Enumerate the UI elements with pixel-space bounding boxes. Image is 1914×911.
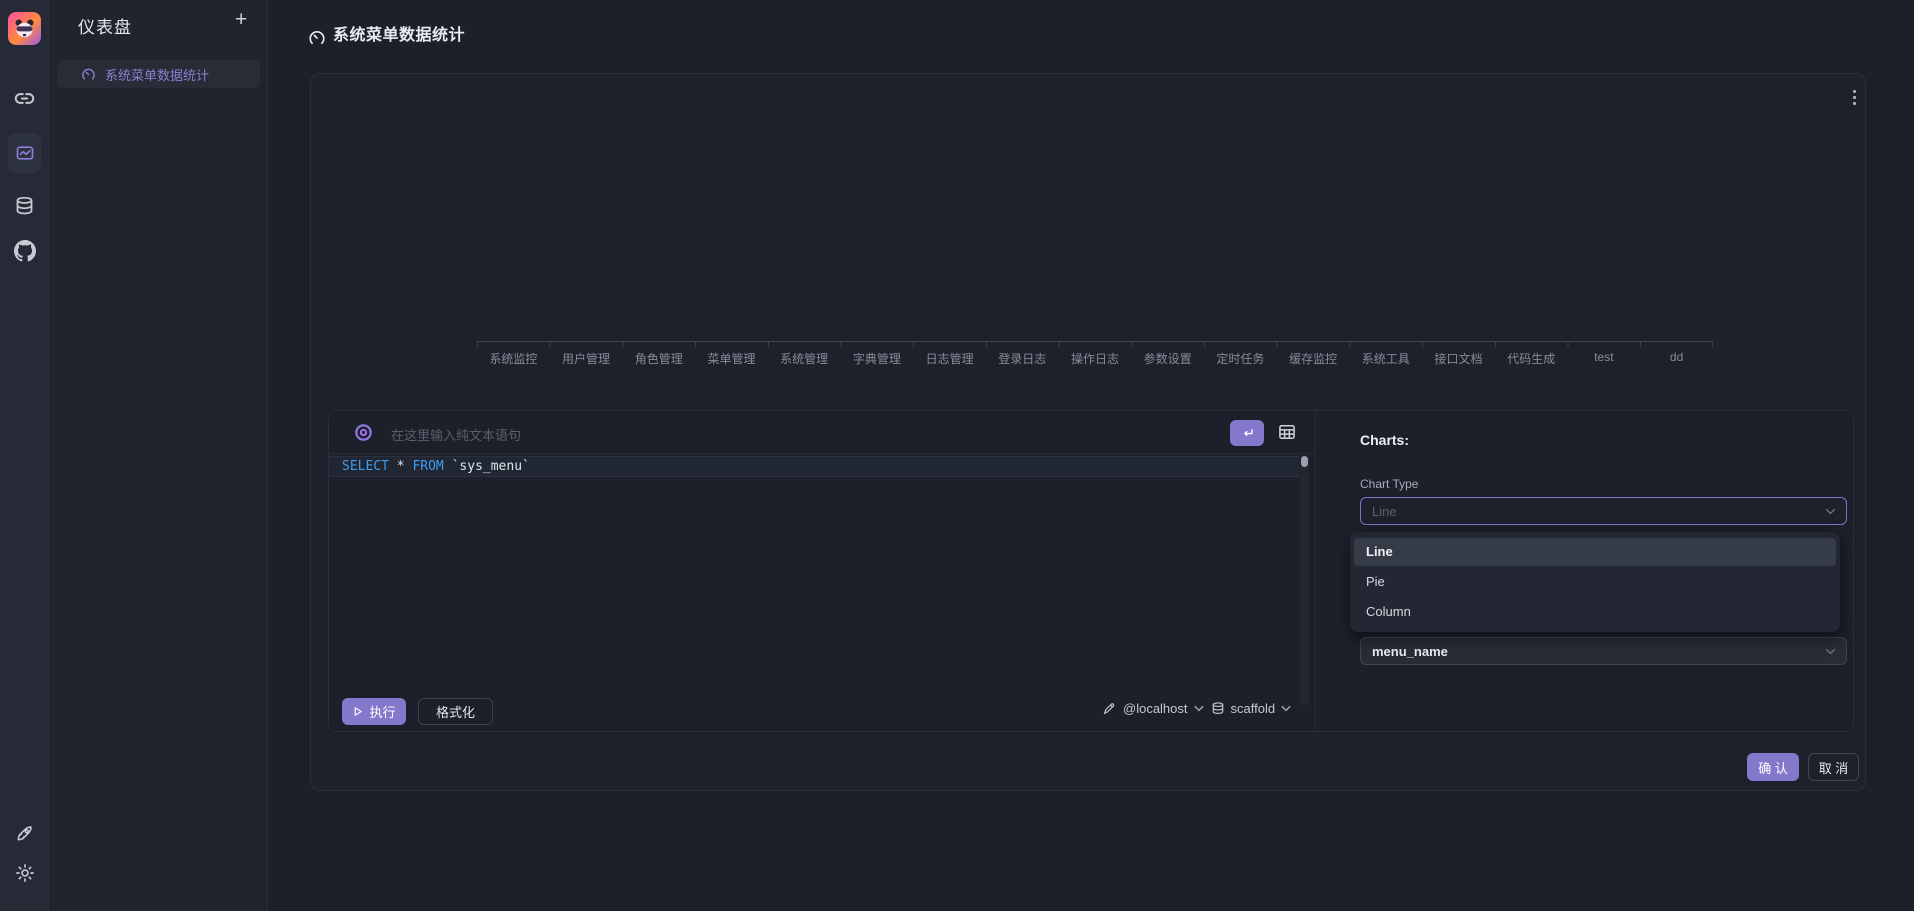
gauge-icon (81, 67, 96, 82)
line-chart-icon (15, 143, 35, 163)
chevron-down-icon (1825, 648, 1836, 655)
dropdown-option-pie[interactable]: Pie (1354, 568, 1836, 596)
link-icon[interactable] (13, 87, 36, 110)
axis-label: 角色管理 (622, 350, 695, 367)
dashboard-sidebar: 仪表盘 + 系统菜单数据统计 (49, 0, 268, 911)
dashboard-chart-panel: 系统监控 用户管理 角色管理 菜单管理 系统管理 字典管理 日志管理 登录日志 … (310, 73, 1866, 791)
axis-label: test (1568, 350, 1641, 367)
axis-label: 系统工具 (1349, 350, 1422, 367)
axis-label: 定时任务 (1204, 350, 1277, 367)
cancel-button[interactable]: 取 消 (1808, 753, 1859, 781)
connection-bar: @localhost scaffold (1102, 701, 1291, 716)
chart-x-axis-labels: 系统监控 用户管理 角色管理 菜单管理 系统管理 字典管理 日志管理 登录日志 … (477, 350, 1713, 367)
sql-keyword: SELECT (342, 459, 389, 474)
dropdown-option-line[interactable]: Line (1354, 538, 1836, 566)
axis-label: 用户管理 (550, 350, 623, 367)
play-icon (352, 706, 363, 717)
editor-charts-divider (1315, 411, 1316, 731)
ai-circle-icon (353, 422, 374, 443)
panda-logo[interactable] (8, 12, 41, 45)
nl-input-bar: 在这里输入纯文本语句 (329, 411, 1315, 454)
editor-scrollbar[interactable] (1300, 455, 1309, 705)
axis-label: 参数设置 (1131, 350, 1204, 367)
table-icon[interactable] (1277, 422, 1297, 442)
activity-bar (0, 0, 49, 911)
pen-icon (1102, 701, 1117, 716)
axis-label: 接口文档 (1422, 350, 1495, 367)
axis-label: dd (1640, 350, 1713, 367)
database-name: scaffold (1231, 701, 1276, 716)
editor-scrollbar-thumb[interactable] (1301, 456, 1308, 467)
enter-icon (1240, 426, 1255, 441)
chevron-down-icon (1825, 508, 1836, 515)
axis-label: 日志管理 (913, 350, 986, 367)
yaxis-select[interactable]: menu_name (1360, 637, 1847, 665)
chart-type-label: Chart Type (1360, 477, 1418, 491)
rocket-icon[interactable] (13, 822, 36, 845)
chart-type-value: Line (1372, 504, 1397, 519)
sidebar-title: 仪表盘 (78, 13, 132, 38)
database-icon[interactable] (13, 194, 36, 217)
charts-panel-title: Charts: (1360, 432, 1409, 448)
yaxis-value: menu_name (1372, 644, 1448, 659)
panda-logo-icon (13, 17, 36, 40)
gauge-icon (308, 29, 326, 47)
dashboard-nav-active[interactable] (8, 133, 41, 173)
database-select[interactable]: scaffold (1211, 701, 1292, 716)
connection-name: @localhost (1123, 701, 1188, 716)
sql-table: `sys_menu` (444, 459, 530, 474)
kebab-menu-icon[interactable] (1847, 90, 1861, 105)
sql-keyword: FROM (412, 459, 443, 474)
sidebar-item-label: 系统菜单数据统计 (105, 65, 209, 84)
nl-input[interactable]: 在这里输入纯文本语句 (391, 425, 521, 444)
chart-type-dropdown: Line Pie Column (1350, 532, 1840, 632)
sql-text: * (389, 459, 412, 474)
submit-nl-button[interactable] (1230, 420, 1264, 446)
axis-label: 代码生成 (1495, 350, 1568, 367)
chart-type-select[interactable]: Line (1360, 497, 1847, 525)
run-button[interactable]: 执行 (342, 698, 406, 725)
connection-select[interactable]: @localhost (1102, 701, 1204, 716)
axis-label: 字典管理 (841, 350, 914, 367)
axis-label: 操作日志 (1059, 350, 1132, 367)
gear-icon[interactable] (13, 861, 36, 884)
axis-label: 菜单管理 (695, 350, 768, 367)
page-title: 系统菜单数据统计 (333, 21, 465, 45)
main-area: 系统菜单数据统计 系统监控 用户管理 角色管理 菜单管理 系统管理 字典管理 日… (268, 0, 1914, 911)
app-root: 仪表盘 + 系统菜单数据统计 系统菜单数据统计 系统监控 用户管理 角色管理 (0, 0, 1914, 911)
axis-label: 系统管理 (768, 350, 841, 367)
format-button[interactable]: 格式化 (418, 698, 493, 725)
sql-editor-line[interactable]: SELECT * FROM `sys_menu` (329, 456, 1299, 477)
confirm-button[interactable]: 确 认 (1747, 753, 1799, 781)
dropdown-option-column[interactable]: Column (1354, 598, 1836, 626)
sidebar-item-dashboard[interactable]: 系统菜单数据统计 (57, 60, 260, 88)
add-dashboard-button[interactable]: + (235, 8, 247, 32)
run-button-label: 执行 (369, 702, 395, 721)
axis-label: 登录日志 (986, 350, 1059, 367)
axis-label: 缓存监控 (1277, 350, 1350, 367)
chevron-down-icon (1194, 705, 1204, 712)
chart-x-axis-ticks (477, 341, 1713, 347)
axis-label: 系统监控 (477, 350, 550, 367)
query-editor-container: 在这里输入纯文本语句 SELECT * FROM `sys_menu` (328, 410, 1854, 732)
database-small-icon (1211, 701, 1225, 716)
chevron-down-icon (1281, 705, 1291, 712)
github-icon[interactable] (13, 239, 36, 262)
